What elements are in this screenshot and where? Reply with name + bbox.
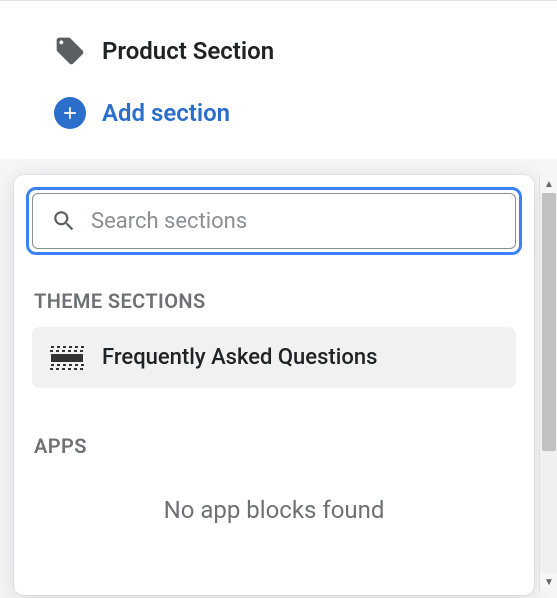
search-inner (32, 193, 516, 249)
section-picker-panel: THEME SECTIONS Frequently Asked Question… (14, 175, 534, 595)
search-input[interactable] (91, 209, 497, 234)
section-block-icon (50, 346, 84, 370)
add-section-button[interactable]: Add section (0, 79, 557, 141)
apps-empty-message: No app blocks found (26, 496, 522, 534)
sidebar-sections: Product Section Add section (0, 0, 557, 159)
plus-circle-icon (54, 97, 86, 129)
group-heading-apps: APPS (26, 388, 522, 496)
scroll-up-arrow-icon[interactable]: ▲ (540, 175, 557, 193)
group-heading-theme: THEME SECTIONS (26, 255, 522, 327)
search-wrap (26, 187, 522, 255)
picker-item-label: Frequently Asked Questions (102, 345, 377, 370)
picker-item-faq[interactable]: Frequently Asked Questions (32, 327, 516, 388)
price-tag-icon (54, 35, 86, 67)
search-icon (51, 208, 77, 234)
section-row-label: Product Section (102, 37, 274, 65)
scrollbar-thumb[interactable] (542, 193, 556, 451)
add-section-label: Add section (102, 99, 230, 127)
scroll-down-arrow-icon[interactable]: ▼ (540, 573, 557, 591)
section-row-product[interactable]: Product Section (0, 23, 557, 79)
scrollbar-track[interactable]: ▲ ▼ (539, 175, 557, 591)
